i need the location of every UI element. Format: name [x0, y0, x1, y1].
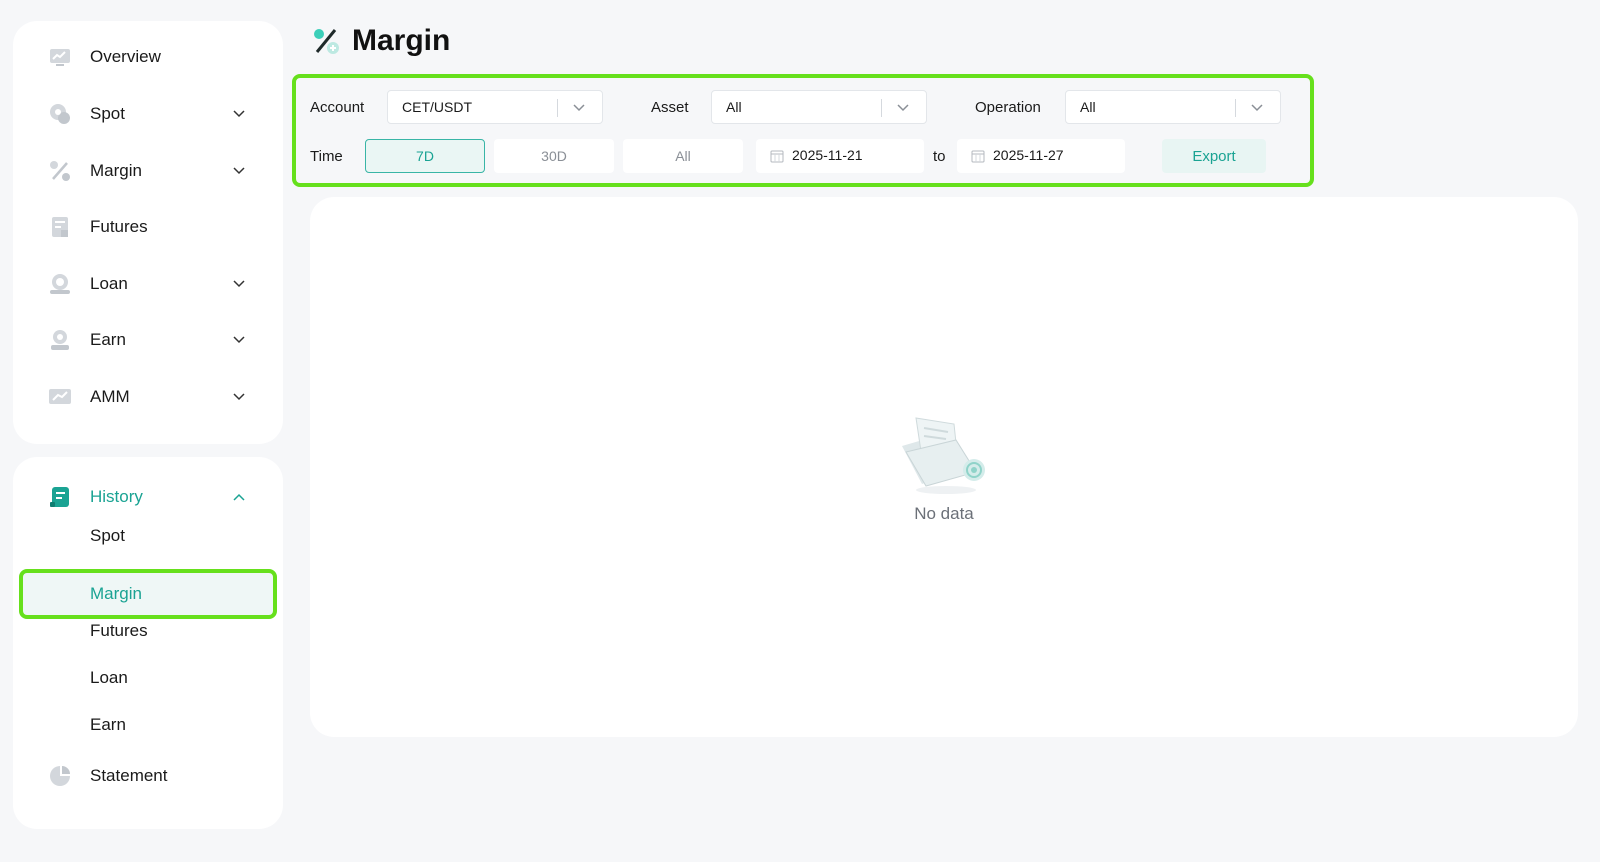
chevron-down-icon — [897, 104, 909, 112]
account-label: Account — [310, 99, 365, 116]
chevron-down-icon — [233, 393, 245, 401]
chevron-down-icon — [233, 280, 245, 288]
percent-icon — [314, 29, 339, 54]
calendar-icon — [770, 150, 784, 163]
sidebar-history-card: History Spot Futures Loan Earn Statement — [13, 457, 283, 829]
date-to-value: 2025-11-27 — [993, 147, 1064, 163]
sidebar-item-label: Loan — [90, 274, 128, 293]
sidebar-item-label: Margin — [90, 161, 142, 180]
asset-label: Asset — [651, 99, 689, 116]
sidebar-item-label: History — [90, 487, 143, 506]
sidebar-item-loan[interactable]: Loan — [13, 264, 283, 304]
operation-select-value: All — [1080, 99, 1096, 115]
coin-stack-icon — [48, 272, 72, 296]
sidebar-item-label: Spot — [90, 104, 125, 123]
sidebar-item-history[interactable]: History — [13, 477, 283, 517]
document-icon — [48, 215, 72, 239]
sidebar-item-amm[interactable]: AMM — [13, 377, 283, 417]
date-from-value: 2025-11-21 — [792, 147, 863, 163]
coins-icon — [48, 102, 72, 126]
asset-select[interactable]: All — [711, 90, 927, 124]
export-button[interactable]: Export — [1162, 139, 1266, 173]
chevron-down-icon — [1251, 104, 1263, 112]
chevron-down-icon — [233, 167, 245, 175]
pie-chart-icon — [48, 764, 72, 788]
operation-select[interactable]: All — [1065, 90, 1281, 124]
time-option-7d[interactable]: 7D — [365, 139, 485, 173]
sidebar-item-earn[interactable]: Earn — [13, 320, 283, 360]
calendar-icon — [971, 150, 985, 163]
date-separator: to — [933, 148, 946, 165]
time-label: Time — [310, 148, 343, 165]
account-select[interactable]: CET/USDT — [387, 90, 603, 124]
empty-folder-icon — [902, 417, 985, 494]
chart-screen-icon — [48, 45, 72, 69]
sidebar-item-label: Earn — [90, 330, 126, 349]
sidebar-subitem-label: Margin — [90, 584, 142, 603]
time-option-30d[interactable]: 30D — [494, 139, 614, 173]
sidebar-main-card: Overview Spot Margin Futures Loan Earn A… — [13, 21, 283, 444]
sidebar-item-spot[interactable]: Spot — [13, 94, 283, 134]
trend-screen-icon — [48, 385, 72, 409]
date-to-field[interactable]: 2025-11-27 — [957, 139, 1125, 173]
sidebar-item-futures[interactable]: Futures — [13, 207, 283, 247]
sidebar-item-statement[interactable]: Statement — [13, 756, 283, 796]
page-title: Margin — [352, 24, 451, 57]
filter-panel: Account CET/USDT Asset All Operation All… — [292, 74, 1314, 187]
chevron-up-icon — [233, 493, 245, 501]
records-panel: No data — [310, 197, 1578, 737]
sidebar-subitem-margin[interactable]: Margin — [19, 569, 277, 619]
empty-state: No data — [310, 412, 1578, 524]
asset-select-value: All — [726, 99, 742, 115]
sidebar-item-label: Futures — [90, 217, 148, 236]
sidebar-item-margin[interactable]: Margin — [13, 151, 283, 191]
empty-state-text: No data — [914, 504, 974, 523]
chevron-down-icon — [233, 336, 245, 344]
operation-label: Operation — [975, 99, 1041, 116]
chevron-down-icon — [233, 110, 245, 118]
sidebar-subitem-loan[interactable]: Loan — [90, 668, 128, 688]
account-select-value: CET/USDT — [402, 99, 472, 115]
sidebar-subitem-earn[interactable]: Earn — [90, 715, 126, 735]
time-option-all[interactable]: All — [623, 139, 743, 173]
percent-icon — [48, 159, 72, 183]
coin-hand-icon — [48, 328, 72, 352]
page-header: Margin — [312, 24, 450, 58]
sidebar-item-overview[interactable]: Overview — [13, 37, 283, 77]
date-from-field[interactable]: 2025-11-21 — [756, 139, 924, 173]
sidebar-item-label: AMM — [90, 387, 130, 406]
sidebar-item-label: Overview — [90, 47, 161, 66]
sidebar-subitem-futures[interactable]: Futures — [90, 621, 148, 641]
sidebar-item-label: Statement — [90, 766, 168, 785]
sidebar-subitem-spot[interactable]: Spot — [90, 526, 125, 546]
history-book-icon — [48, 485, 72, 509]
chevron-down-icon — [573, 104, 585, 112]
